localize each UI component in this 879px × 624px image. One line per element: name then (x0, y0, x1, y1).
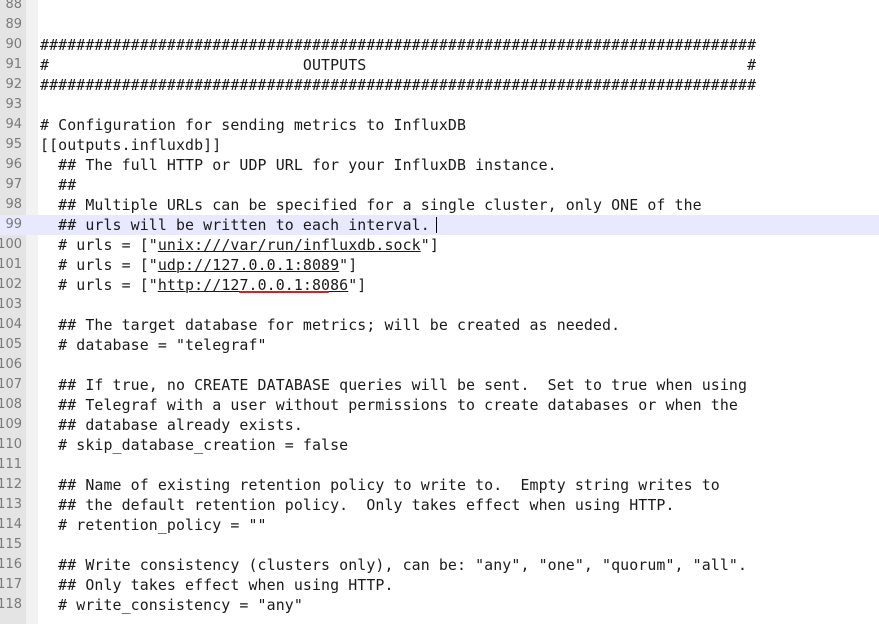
code-text-prefix: # urls = [" (40, 256, 158, 274)
code-line[interactable]: 96 ## The full HTTP or UDP URL for your … (0, 155, 879, 175)
code-text-prefix: # urls = [" (40, 276, 158, 294)
url-link[interactable]: unix:///var/run/influxdb.sock (158, 236, 421, 254)
code-text: ########################################… (40, 76, 757, 94)
line-number: 107 (0, 377, 22, 392)
code-line[interactable]: 99 ## urls will be written to each inter… (0, 215, 879, 235)
code-line[interactable]: 114 # retention_policy = "" (0, 515, 879, 535)
line-number: 105 (0, 337, 22, 352)
line-number: 115 (0, 537, 22, 552)
line-number: 103 (0, 297, 22, 312)
line-number: 96 (5, 157, 22, 172)
line-number: 117 (0, 577, 22, 592)
code-line[interactable]: 115 (0, 535, 879, 555)
line-number: 92 (5, 77, 22, 92)
line-number: 98 (5, 197, 22, 212)
code-line[interactable]: 118 # write_consistency = "any" (0, 595, 879, 615)
code-text-suffix: "] (339, 256, 358, 274)
line-number: 110 (0, 437, 22, 452)
code-line[interactable]: 112 ## Name of existing retention policy… (0, 475, 879, 495)
code-text: ## Multiple URLs can be specified for a … (40, 196, 702, 214)
code-text: ## The full HTTP or UDP URL for your Inf… (40, 156, 557, 174)
code-text: ## Only takes effect when using HTTP. (40, 576, 394, 594)
line-number: 99 (5, 217, 22, 232)
code-line[interactable]: 107 ## If true, no CREATE DATABASE queri… (0, 375, 879, 395)
code-line[interactable]: 93 (0, 95, 879, 115)
code-line[interactable]: 89 (0, 15, 879, 35)
line-number: 101 (0, 257, 22, 272)
code-text: [[outputs.influxdb]] (40, 136, 222, 154)
line-number: 114 (0, 517, 22, 532)
code-line[interactable]: 98 ## Multiple URLs can be specified for… (0, 195, 879, 215)
line-number: 91 (5, 57, 22, 72)
code-line[interactable]: 95 [[outputs.influxdb]] (0, 135, 879, 155)
code-line[interactable]: 106 (0, 355, 879, 375)
line-number: 109 (0, 417, 22, 432)
code-text: ## Name of existing retention policy to … (40, 476, 720, 494)
code-text: # urls = ["unix:///var/run/influxdb.sock… (40, 235, 439, 255)
code-text: # urls = ["udp://127.0.0.1:8089"] (40, 255, 357, 275)
line-number: 108 (0, 397, 22, 412)
code-line[interactable]: 110 # skip_database_creation = false (0, 435, 879, 455)
text-caret (436, 217, 437, 233)
line-number: 93 (5, 97, 22, 112)
code-line[interactable]: 104 ## The target database for metrics; … (0, 315, 879, 335)
line-number: 95 (5, 137, 22, 152)
code-text: ########################################… (40, 36, 757, 54)
code-line[interactable]: 92 ######################################… (0, 75, 879, 95)
code-text: ## urls will be written to each interval… (40, 216, 430, 234)
line-number: 104 (0, 317, 22, 332)
code-text-prefix: # urls = [" (40, 236, 158, 254)
code-text: ## database already exists. (40, 416, 303, 434)
code-line[interactable]: 103 (0, 295, 879, 315)
line-number: 100 (0, 237, 22, 252)
code-text: ## If true, no CREATE DATABASE queries w… (40, 376, 748, 394)
code-text: ## The target database for metrics; will… (40, 316, 621, 334)
line-number: 113 (0, 497, 22, 512)
code-line[interactable]: 91 # OUTPUTS # (0, 55, 879, 75)
code-line[interactable]: 88 (0, 0, 879, 15)
code-text: # OUTPUTS # (40, 56, 757, 74)
code-line[interactable]: 102 # urls = ["http://127.0.0.1:8086"] (0, 275, 879, 295)
code-line[interactable]: 100 # urls = ["unix:///var/run/influxdb.… (0, 235, 879, 255)
code-line[interactable]: 117 ## Only takes effect when using HTTP… (0, 575, 879, 595)
code-text-suffix: "] (348, 276, 367, 294)
code-text-suffix: "] (420, 236, 439, 254)
code-line[interactable]: 105 # database = "telegraf" (0, 335, 879, 355)
code-text: ## Write consistency (clusters only), ca… (40, 556, 748, 574)
line-number: 111 (0, 457, 22, 472)
code-text: ## the default retention policy. Only ta… (40, 496, 675, 514)
line-number: 102 (0, 277, 22, 292)
code-line[interactable]: 116 ## Write consistency (clusters only)… (0, 555, 879, 575)
line-number: 90 (5, 37, 22, 52)
code-text: # write_consistency = "any" (40, 596, 303, 614)
code-line[interactable]: 101 # urls = ["udp://127.0.0.1:8089"] (0, 255, 879, 275)
line-number: 97 (5, 177, 22, 192)
code-line[interactable]: 108 ## Telegraf with a user without perm… (0, 395, 879, 415)
code-text: ## (40, 176, 77, 194)
code-line[interactable]: 113 ## the default retention policy. Onl… (0, 495, 879, 515)
code-editor[interactable]: 88 89 90 ##################################… (0, 0, 879, 615)
code-text: # Configuration for sending metrics to I… (40, 116, 467, 134)
code-text: ## Telegraf with a user without permissi… (40, 396, 738, 414)
line-number: 94 (5, 117, 22, 132)
code-line[interactable]: 97 ## (0, 175, 879, 195)
line-number: 106 (0, 357, 22, 372)
url-link[interactable]: udp://127.0.0.1:8089 (158, 256, 339, 274)
line-number: 118 (0, 597, 22, 612)
line-number: 89 (5, 17, 22, 32)
red-underline-annotation (239, 291, 329, 293)
line-number: 112 (0, 477, 22, 492)
code-text: # retention_policy = "" (40, 516, 267, 534)
code-line[interactable]: 111 (0, 455, 879, 475)
line-number: 88 (5, 0, 22, 12)
code-text: # database = "telegraf" (40, 336, 267, 354)
code-line[interactable]: 109 ## database already exists. (0, 415, 879, 435)
code-text: # skip_database_creation = false (40, 436, 349, 454)
line-number: 116 (0, 557, 22, 572)
code-line[interactable]: 94 # Configuration for sending metrics to… (0, 115, 879, 135)
code-line[interactable]: 90 ######################################… (0, 35, 879, 55)
